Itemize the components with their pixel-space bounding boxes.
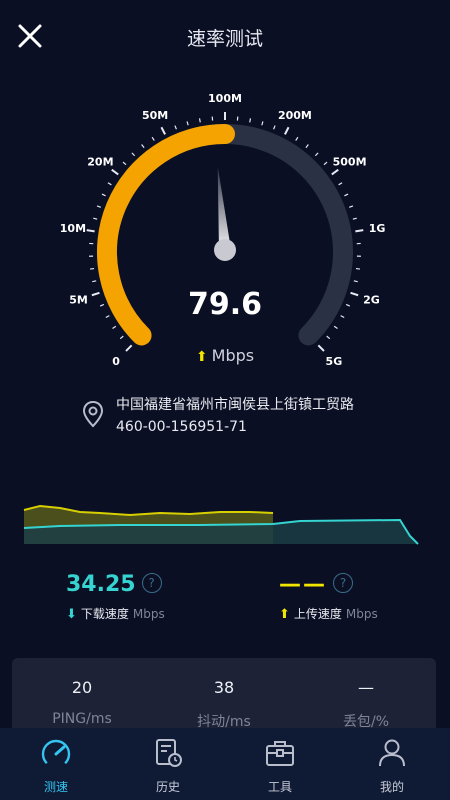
gauge-minor-tick [345,303,351,307]
gauge-minor-tick [112,325,117,329]
gauge-major-tick [86,229,95,233]
speed-unit: ⬆ Mbps [0,346,450,365]
gauge-minor-tick [107,182,112,186]
upload-help-icon[interactable]: ? [333,573,353,593]
speed-gauge: 05M10M20M50M100M200M500M1G2G5G 79.6 [60,92,386,368]
gauge-minor-tick [273,125,276,130]
packet-loss-value: — [358,678,374,697]
gauge-minor-tick [323,161,328,166]
download-label: 下载速度 [80,607,129,621]
upload-arrow-icon: ⬆ [279,607,290,622]
gauge-minor-tick [344,193,349,197]
download-speed-value: 34.25 [66,572,136,597]
gauge-tick-label: 50M [142,109,168,122]
upload-unit: Mbps [345,607,378,621]
nav-item-profile[interactable]: 我的 [352,736,432,795]
gauge-major-tick [111,168,119,176]
gauge-minor-tick [314,152,319,157]
history-icon [156,739,182,767]
gauge-minor-tick [105,315,110,319]
gauge-minor-tick [89,267,95,270]
ping-label: PING/ms [52,711,112,727]
gauge-minor-tick [119,335,124,340]
gauge-minor-tick [151,136,155,141]
gauge-tick-label: 5M [69,294,88,307]
gauge-tick-label: 10M [60,222,86,235]
gauge-minor-tick [99,303,105,307]
bottom-nav: 测速 历史 工具 我的 [0,728,450,800]
metric-ping: 20 PING/ms [22,678,142,727]
gauge-tick-label: 1G [369,222,386,235]
gauge-minor-tick [338,182,343,186]
upload-stat: ——? ⬆ 上传速度 Mbps [279,572,450,622]
download-help-icon[interactable]: ? [141,573,162,593]
location-pin-icon [82,400,104,428]
gauge-tick-label: 20M [87,156,113,169]
ping-value: 20 [71,678,93,697]
nav-item-history[interactable]: 历史 [128,736,208,795]
gauge-minor-tick [348,205,354,208]
gauge-major-tick [91,291,100,297]
nav-label-profile: 我的 [379,780,404,794]
gauge-minor-tick [92,280,97,283]
gauge-minor-tick [355,267,361,270]
gauge-minor-tick [101,193,106,197]
upload-arrow-icon: ⬆ [195,349,208,365]
gauge-major-tick [284,126,290,135]
page-title: 速率测试 [186,28,263,50]
user-icon [379,739,405,767]
toolbox-icon [266,741,294,766]
gauge-minor-tick [333,325,338,329]
gauge-minor-tick [186,121,189,126]
gauge-minor-tick [340,315,345,319]
gauge-minor-tick [93,217,98,220]
gauge-tick-label: 100M [208,92,242,105]
gauge-major-tick [350,291,359,297]
location-code: 460-00-156951-71 [116,419,247,435]
upload-speed-value: —— [279,572,327,597]
gauge-tick-label: 200M [278,109,312,122]
speed-value: 79.6 [188,287,262,322]
jitter-value: 38 [213,678,235,697]
gauge-minor-tick [295,136,299,141]
nav-label-history: 历史 [155,780,180,794]
speedometer-icon [41,739,71,769]
gauge-minor-tick [305,144,309,149]
gauge-minor-tick [96,205,102,208]
speed-history-graph [23,504,419,545]
gauge-minor-tick [326,335,331,340]
gauge-minor-tick [131,152,136,157]
gauge-minor-tick [174,125,177,130]
gauge-needle-hub [214,239,236,261]
download-arrow-icon: ⬇ [66,607,77,622]
gauge-minor-tick [122,161,127,166]
gauge-minor-tick [249,118,252,123]
gauge-tick-label: 2G [363,294,380,307]
header: 速率测试 [0,0,450,72]
metric-jitter: 38 抖动/ms [164,678,284,731]
metric-packet-loss: — 丢包/% [306,678,426,731]
nav-label-speedtest: 测速 [43,780,68,794]
nav-label-tools: 工具 [267,780,292,794]
gauge-needle [217,166,231,251]
gauge-major-tick [355,229,364,233]
download-stat: 34.25? ⬇ 下载速度 Mbps [66,572,246,622]
nav-item-tools[interactable]: 工具 [240,736,320,795]
gauge-minor-tick [352,217,357,220]
upload-label: 上传速度 [293,607,342,621]
gauge-minor-tick [353,280,358,283]
speed-unit-label: Mbps [211,346,255,365]
gauge-minor-tick [198,118,201,123]
location-address: 中国福建省福州市闽侯县上街镇工贸路 [116,397,354,413]
gauge-major-tick [160,126,166,135]
gauge-major-tick [331,168,339,176]
gauge-minor-tick [141,144,145,149]
nav-item-speedtest[interactable]: 测速 [16,736,96,795]
download-unit: Mbps [132,607,165,621]
gauge-minor-tick [261,121,264,126]
gauge-tick-label: 500M [333,156,367,169]
